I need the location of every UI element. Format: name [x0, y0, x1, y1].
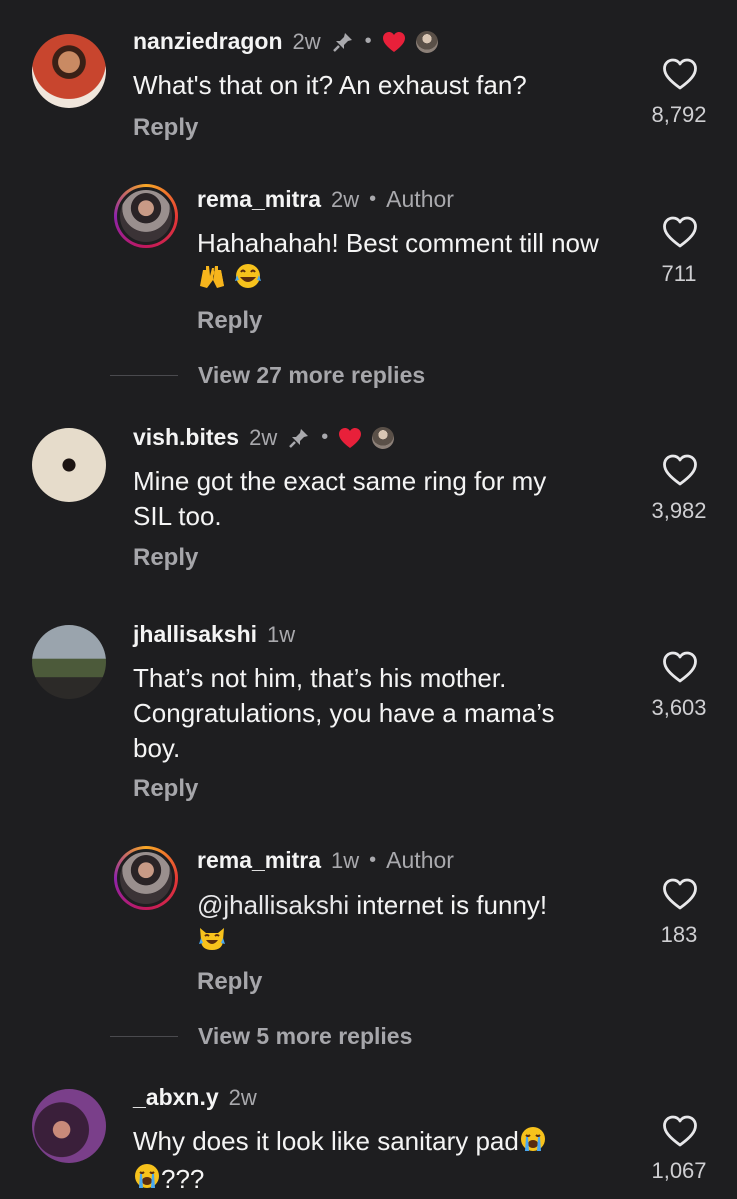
view-more-replies-button[interactable]: View 27 more replies: [110, 362, 425, 389]
divider-line: [110, 375, 178, 376]
view-more-replies-button[interactable]: View 5 more replies: [110, 1023, 412, 1050]
comment-text: What's that on it? An exhaust fan?: [133, 70, 527, 100]
author-badge: Author: [386, 847, 454, 873]
view-more-label: View 27 more replies: [198, 362, 426, 388]
heart-outline-icon[interactable]: [662, 454, 698, 486]
heart-outline-icon[interactable]: [662, 651, 698, 683]
reply-button[interactable]: Reply: [133, 114, 198, 142]
reply-button[interactable]: Reply: [197, 307, 262, 335]
heart-outline-icon[interactable]: [662, 878, 698, 910]
author-avatar-icon: [372, 426, 395, 449]
comment-text: That’s not him, that’s his mother. Congr…: [133, 663, 555, 763]
like-count: 3,982: [651, 498, 707, 523]
laughing-tears-emoji-icon: [234, 262, 262, 299]
comment-text: Mine got the exact same ring for my SIL …: [133, 466, 547, 531]
username[interactable]: nanziedragon: [133, 28, 283, 55]
divider-line: [110, 1036, 178, 1037]
reply-button[interactable]: Reply: [133, 775, 198, 803]
timestamp: 2w: [228, 1084, 257, 1110]
view-more-label: View 5 more replies: [198, 1023, 413, 1049]
separator-dot: •: [364, 30, 372, 52]
crying-laughing-cat-emoji-icon: [197, 924, 227, 961]
pin-icon: [289, 428, 309, 448]
separator-dot: •: [321, 426, 329, 448]
timestamp: 1w: [331, 847, 360, 873]
author-badge: Author: [386, 186, 454, 212]
avatar[interactable]: [114, 184, 178, 248]
like-count: 1,067: [651, 1158, 707, 1183]
comment-text: Why does it look like sanitary pad ???: [133, 1124, 633, 1199]
heart-outline-icon[interactable]: [662, 216, 698, 248]
heart-outline-icon[interactable]: [662, 1115, 698, 1147]
username[interactable]: vish.bites: [133, 424, 239, 451]
timestamp: 1w: [267, 621, 296, 647]
loudly-crying-emoji-icon: [133, 1162, 161, 1199]
comment-text: Hahahahah! Best comment till now: [197, 226, 617, 299]
separator-dot: •: [369, 188, 377, 210]
reply-button[interactable]: Reply: [133, 544, 198, 572]
avatar[interactable]: [32, 625, 106, 699]
loudly-crying-emoji-icon: [519, 1125, 547, 1162]
heart-outline-icon[interactable]: [662, 58, 698, 90]
author-avatar-icon: [415, 30, 438, 53]
raising-hands-emoji-icon: [197, 262, 227, 299]
timestamp: 2w: [292, 28, 321, 54]
username[interactable]: jhallisakshi: [133, 621, 257, 648]
heart-filled-icon: [339, 427, 362, 448]
timestamp: 2w: [249, 424, 278, 450]
like-count: 183: [660, 922, 698, 947]
separator-dot: •: [369, 849, 377, 871]
like-count: 8,792: [651, 102, 707, 127]
username[interactable]: rema_mitra: [197, 186, 321, 213]
pin-icon: [332, 32, 352, 52]
username[interactable]: _abxn.y: [133, 1084, 219, 1111]
comment-text: @jhallisakshi internet is funny!: [197, 888, 617, 961]
avatar[interactable]: [32, 428, 106, 502]
avatar[interactable]: [114, 846, 178, 910]
like-count: 711: [661, 261, 697, 286]
like-count: 3,603: [651, 695, 707, 720]
reply-button[interactable]: Reply: [197, 968, 262, 996]
avatar[interactable]: [32, 34, 106, 108]
timestamp: 2w: [331, 186, 360, 212]
heart-filled-icon: [382, 31, 405, 52]
mention-link[interactable]: @jhallisakshi: [197, 890, 349, 920]
username[interactable]: rema_mitra: [197, 847, 321, 874]
avatar[interactable]: [32, 1089, 106, 1163]
